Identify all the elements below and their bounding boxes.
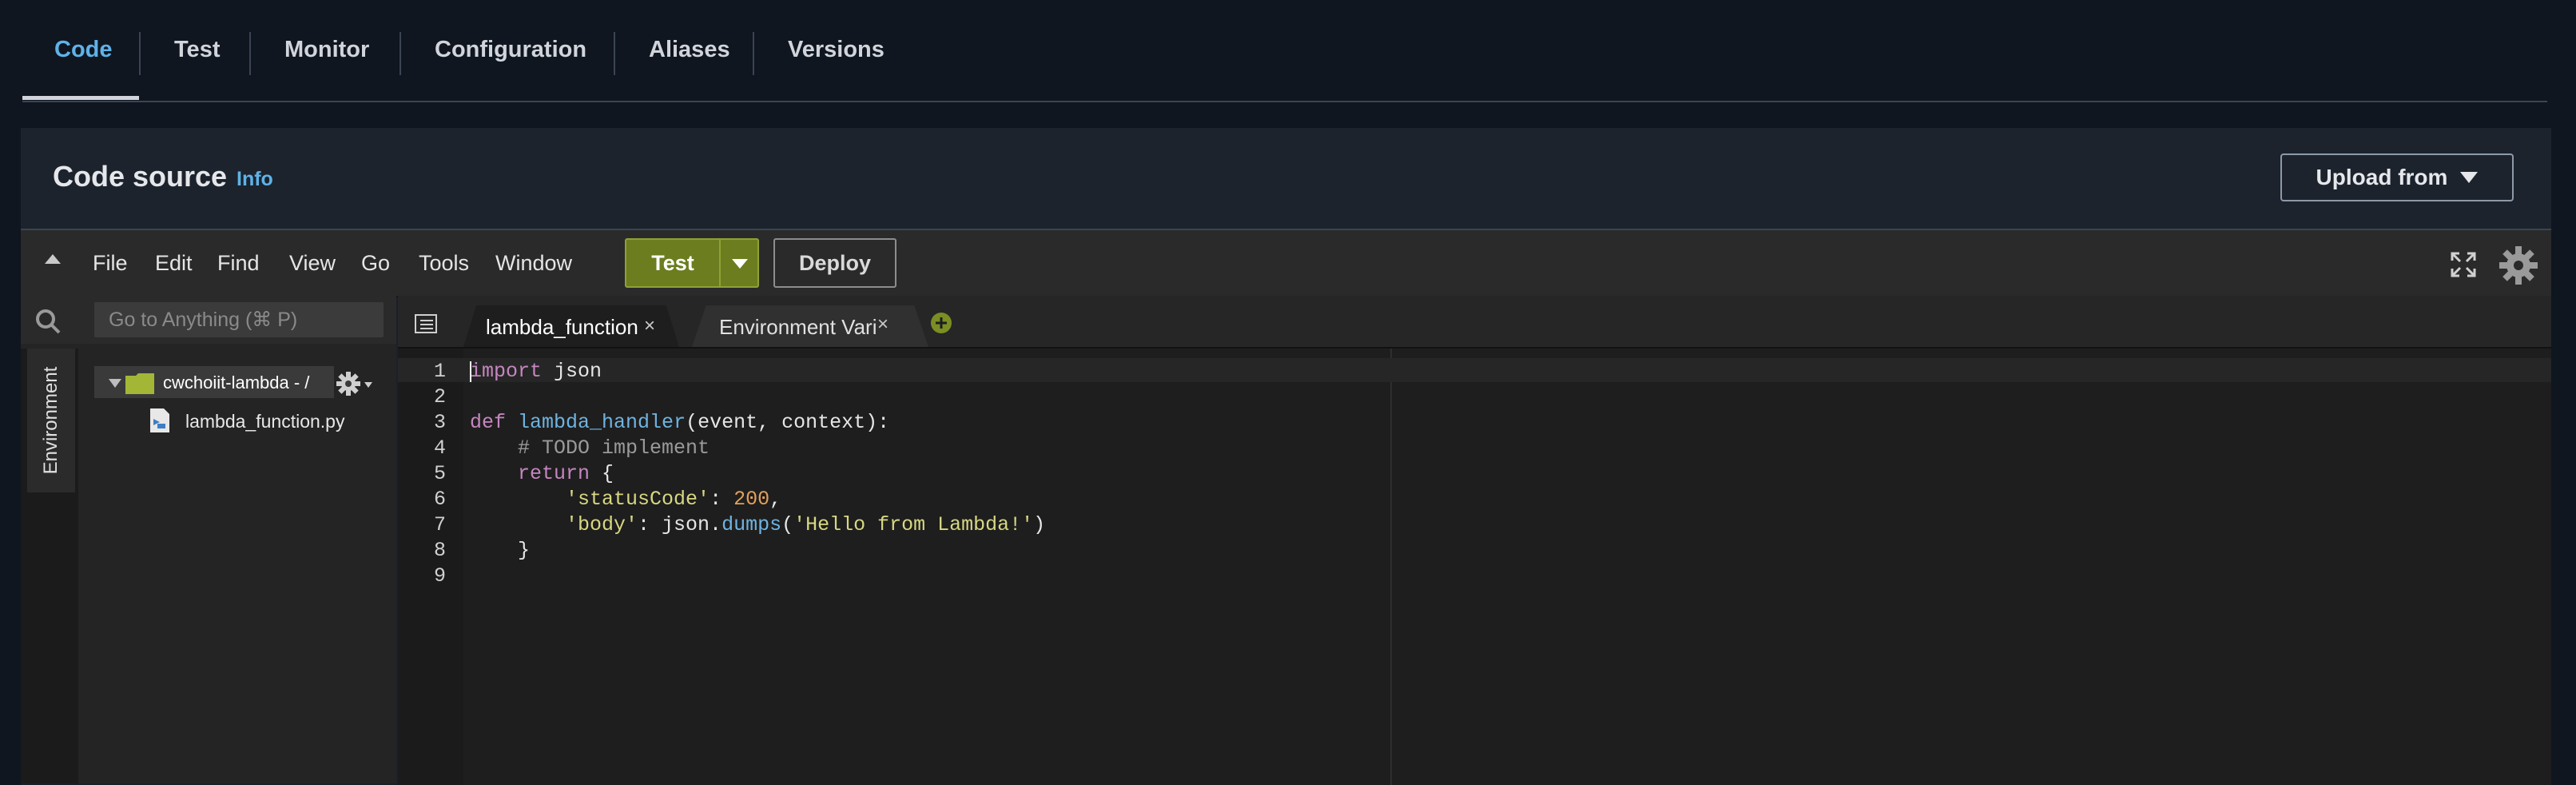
active-line-highlight bbox=[398, 358, 2551, 382]
active-tab-indicator bbox=[22, 96, 139, 100]
gear-icon[interactable] bbox=[336, 371, 361, 396]
environment-tab[interactable]: Environment bbox=[27, 349, 75, 492]
text-cursor bbox=[470, 361, 471, 382]
code-text: ( bbox=[781, 513, 794, 536]
info-link[interactable]: Info bbox=[237, 168, 273, 191]
folder-icon bbox=[125, 373, 154, 394]
upload-from-label: Upload from bbox=[2316, 165, 2448, 189]
code-keyword: def bbox=[470, 411, 507, 434]
upload-from-button[interactable]: Upload from bbox=[2280, 153, 2514, 201]
function-tab-bar: Code Test Monitor Configuration Aliases … bbox=[22, 0, 2547, 102]
python-file-icon bbox=[150, 408, 169, 432]
caret-down-icon bbox=[732, 259, 748, 269]
code-string: 'body' bbox=[566, 513, 638, 536]
code-string: 'Hello from Lambda!' bbox=[793, 513, 1034, 536]
print-margin bbox=[1390, 349, 1392, 785]
code-comment: # TODO implement bbox=[518, 436, 710, 460]
code-line-6: 'statusCode': 200, bbox=[470, 488, 781, 511]
tab-divider bbox=[400, 32, 401, 75]
tab-divider bbox=[614, 32, 615, 75]
menu-window[interactable]: Window bbox=[495, 251, 572, 276]
tab-monitor[interactable]: Monitor bbox=[284, 37, 369, 63]
close-tab-icon[interactable]: × bbox=[877, 313, 888, 336]
tab-configuration[interactable]: Configuration bbox=[435, 37, 586, 63]
code-text: json bbox=[542, 360, 602, 383]
editor-tab-label: Environment Vari bbox=[719, 315, 876, 339]
menu-edit[interactable]: Edit bbox=[155, 251, 193, 276]
line-number: 6 bbox=[433, 488, 446, 511]
code-text: , bbox=[769, 488, 782, 511]
test-options-button[interactable] bbox=[722, 240, 757, 286]
code-text: (event, context): bbox=[686, 411, 890, 434]
line-number: 3 bbox=[433, 411, 446, 434]
deploy-button[interactable]: Deploy bbox=[773, 238, 896, 288]
search-icon[interactable] bbox=[34, 307, 62, 336]
line-number: 8 bbox=[433, 539, 446, 562]
caret-down-icon[interactable] bbox=[364, 382, 372, 388]
test-button[interactable]: Test bbox=[626, 240, 721, 286]
tab-code[interactable]: Code bbox=[54, 37, 113, 63]
caret-down-icon bbox=[2460, 172, 2479, 183]
code-line-4: # TODO implement bbox=[470, 436, 710, 460]
line-number: 9 bbox=[433, 564, 446, 588]
code-text: : json. bbox=[638, 513, 722, 536]
caret-down-icon[interactable] bbox=[109, 379, 121, 388]
folder-label: cwchoiit-lambda - / bbox=[163, 373, 310, 392]
code-line-7: 'body': json.dumps('Hello from Lambda!') bbox=[470, 513, 1045, 536]
code-line-5: return { bbox=[470, 462, 614, 485]
tab-test[interactable]: Test bbox=[174, 37, 220, 63]
menu-find[interactable]: Find bbox=[217, 251, 260, 276]
ide-menu-bar: File Edit Find View Go Tools Window Test… bbox=[21, 230, 2551, 297]
code-number: 200 bbox=[733, 488, 770, 511]
tab-divider bbox=[139, 32, 141, 75]
close-tab-icon[interactable]: × bbox=[644, 315, 655, 337]
goto-anything-input[interactable]: Go to Anything (⌘ P) bbox=[94, 302, 384, 337]
line-number: 7 bbox=[433, 513, 446, 536]
code-function-name: lambda_handler bbox=[518, 411, 686, 434]
tab-divider bbox=[753, 32, 754, 75]
tab-versions[interactable]: Versions bbox=[788, 37, 885, 63]
code-string: 'statusCode' bbox=[566, 488, 710, 511]
code-line-1: import json bbox=[470, 360, 602, 383]
editor-tab-label: lambda_function bbox=[486, 315, 638, 339]
menu-tools[interactable]: Tools bbox=[419, 251, 469, 276]
code-function-name: dumps bbox=[722, 513, 782, 536]
code-text: : bbox=[710, 488, 734, 511]
fullscreen-icon[interactable] bbox=[2450, 251, 2477, 278]
code-line-3: def lambda_handler(event, context): bbox=[470, 411, 889, 434]
test-split-button: Test bbox=[625, 238, 759, 288]
menu-go[interactable]: Go bbox=[361, 251, 390, 276]
code-keyword: return bbox=[518, 462, 590, 485]
goto-search-row: Go to Anything (⌘ P) bbox=[21, 296, 396, 344]
line-number: 4 bbox=[433, 436, 446, 460]
code-keyword: import bbox=[470, 360, 543, 383]
tab-divider bbox=[249, 32, 251, 75]
code-source-header: Code source Info Upload from bbox=[21, 128, 2551, 230]
line-number: 2 bbox=[433, 385, 446, 408]
code-text: { bbox=[590, 462, 614, 485]
file-lambda-function[interactable]: lambda_function.py bbox=[185, 411, 344, 432]
menu-file[interactable]: File bbox=[93, 251, 128, 276]
code-source-title: Code source bbox=[53, 160, 228, 193]
code-text: } bbox=[518, 539, 531, 562]
line-number: 5 bbox=[433, 462, 446, 485]
tab-aliases[interactable]: Aliases bbox=[649, 37, 730, 63]
file-tree-panel: Go to Anything (⌘ P) Environment cwchoii… bbox=[21, 296, 396, 783]
preferences-gear-icon[interactable] bbox=[2498, 245, 2539, 286]
add-tab-icon[interactable] bbox=[930, 312, 952, 334]
code-line-8: } bbox=[470, 539, 530, 562]
line-number: 1 bbox=[433, 360, 446, 383]
tab-list-icon[interactable] bbox=[414, 313, 438, 334]
code-text: ) bbox=[1033, 513, 1046, 536]
menu-view[interactable]: View bbox=[289, 251, 336, 276]
collapse-up-icon[interactable] bbox=[45, 254, 61, 264]
environment-label: Environment bbox=[40, 366, 62, 475]
